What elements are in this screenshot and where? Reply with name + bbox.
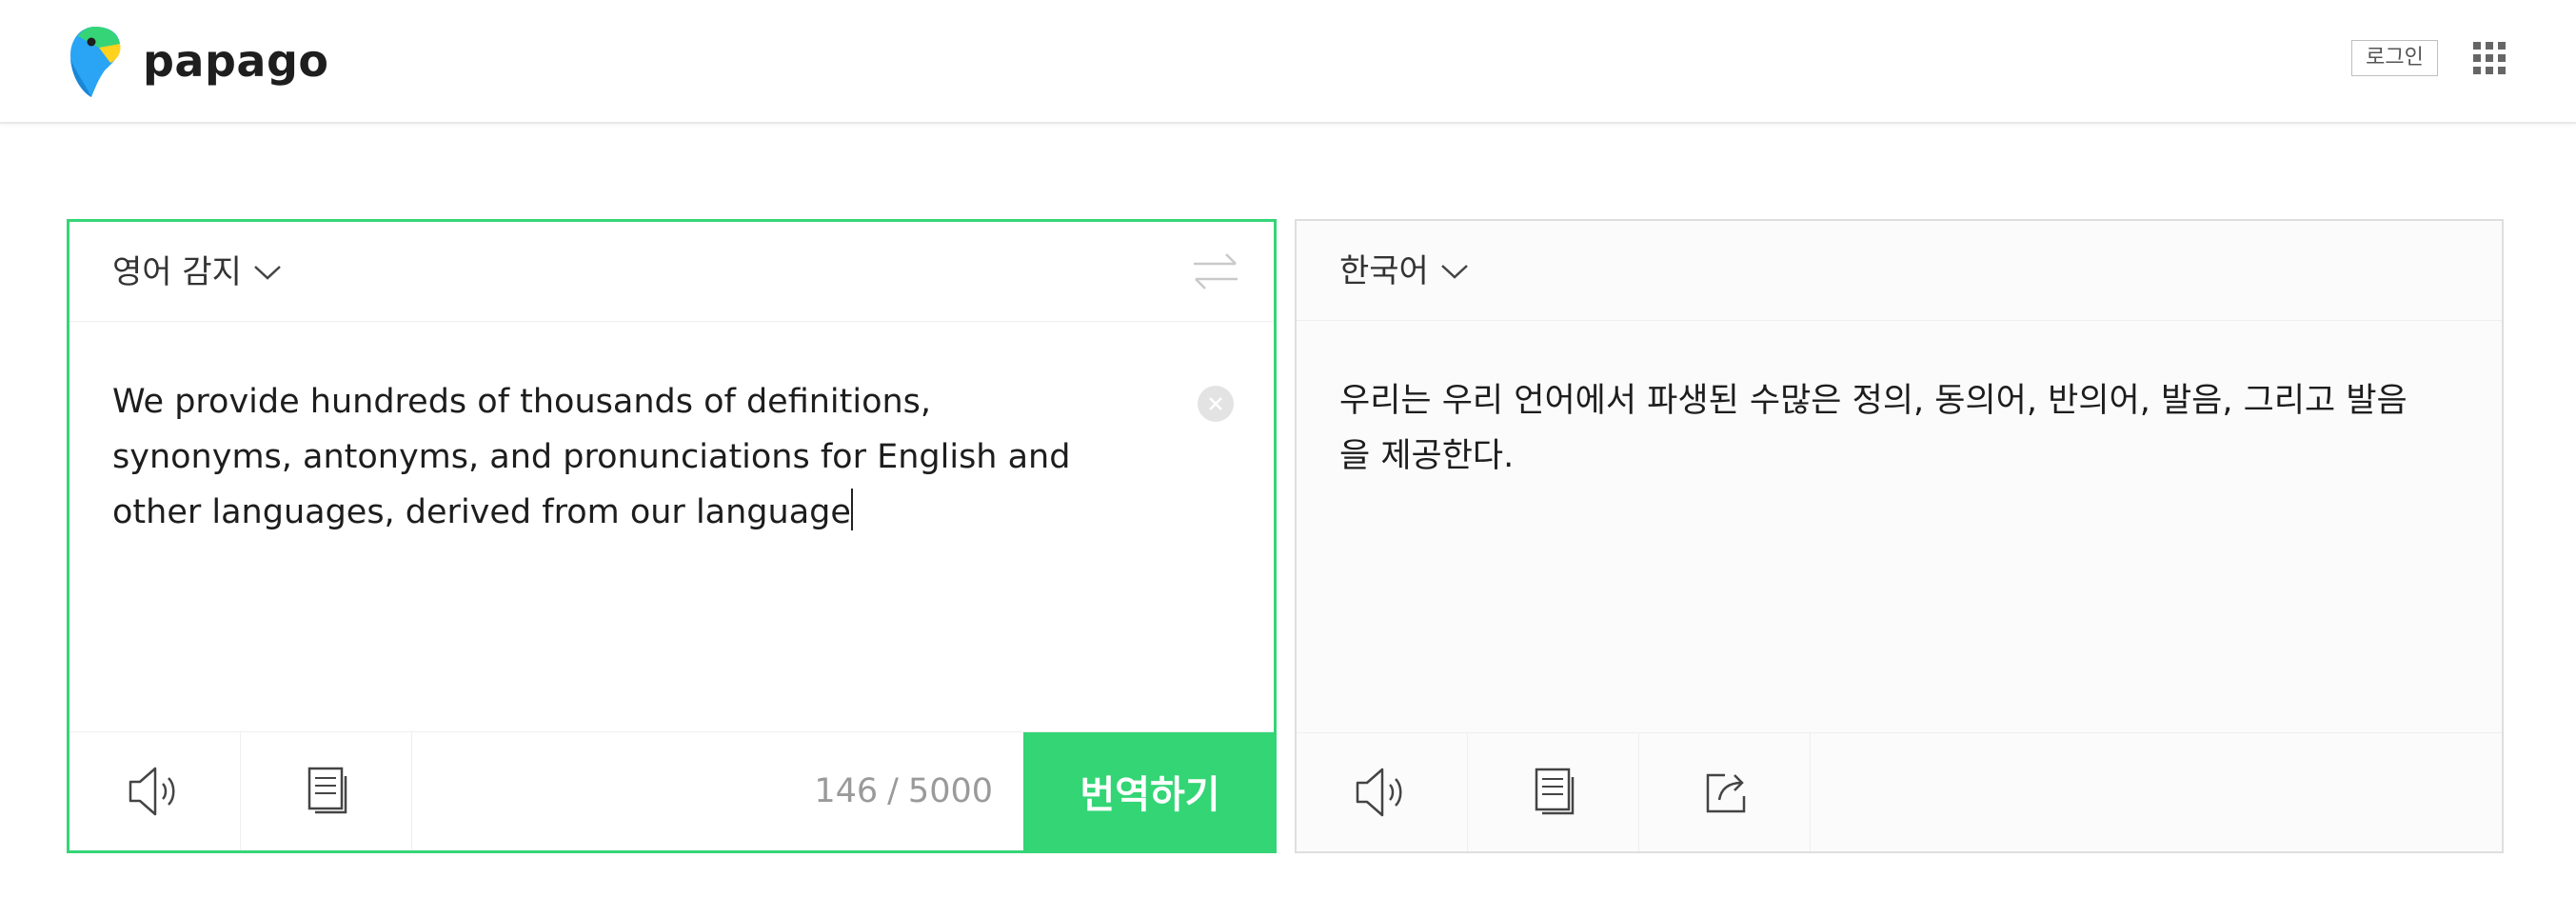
papago-logo[interactable]: papago [67,23,328,99]
swap-icon[interactable] [1192,250,1239,292]
character-count: 146 [814,772,879,810]
login-button[interactable]: 로그인 [2351,40,2438,76]
source-text: We provide hundreds of thousands of defi… [112,383,1071,531]
target-copy-button[interactable] [1468,733,1639,851]
target-panel-footer [1297,732,2502,851]
share-button[interactable] [1639,733,1811,851]
target-panel: 한국어 우리는 우리 언어에서 파생된 수많은 정의, 동의어, 반의어, 발음… [1295,219,2504,853]
source-language-label: 영어 감지 [112,253,242,291]
parrot-logo-icon [70,27,121,97]
chevron-down-icon [254,266,281,280]
copy-icon [307,767,347,814]
text-cursor [850,489,853,530]
character-counter: 146/5000 [814,772,993,810]
source-speaker-button[interactable] [69,732,241,850]
target-speaker-button[interactable] [1297,733,1468,851]
footer-spacer [412,732,814,850]
character-limit: 5000 [907,772,993,810]
speaker-icon [129,767,174,816]
speaker-icon [1356,768,1401,817]
footer-spacer [1811,733,2502,851]
source-text-input[interactable]: We provide hundreds of thousands of defi… [112,374,1112,540]
clear-icon[interactable] [1198,386,1234,422]
source-copy-button[interactable] [241,732,412,850]
translation-output: 우리는 우리 언어에서 파생된 수많은 정의, 동의어, 반의어, 발음, 그리… [1339,382,2408,475]
source-panel-footer: 146/5000 번역하기 [69,731,1277,850]
source-language-select[interactable]: 영어 감지 [112,249,282,296]
source-panel-header: 영어 감지 [69,222,1274,322]
grid-icon[interactable] [2473,42,2506,74]
translate-button[interactable]: 번역하기 [1023,732,1277,850]
target-panel-header: 한국어 [1297,221,2502,321]
target-language-label: 한국어 [1339,252,1429,290]
copy-icon [1535,768,1574,815]
logo-text: papago [143,35,329,87]
top-header: papago 로그인 [0,0,2576,124]
share-icon [1706,773,1745,813]
character-count-separator: / [887,772,899,810]
source-panel: 영어 감지 We provide hundreds of thousands o… [67,219,1277,853]
target-language-select[interactable]: 한국어 [1339,248,1469,295]
chevron-down-icon [1440,265,1468,279]
